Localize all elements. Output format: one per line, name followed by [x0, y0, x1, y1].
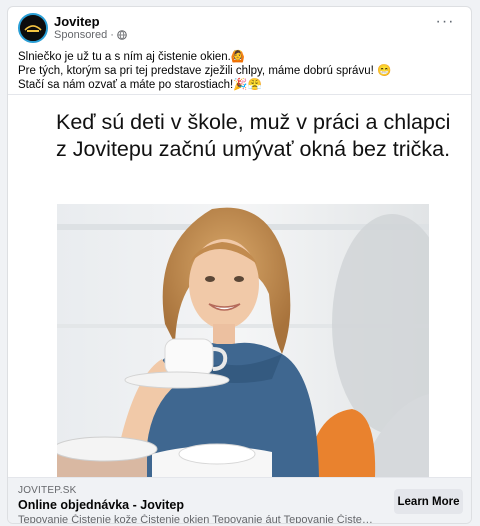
link-domain: JOVITEP.SK [18, 485, 77, 496]
ad-creative[interactable]: Keď sú deti v škole, muž v práci a chlap… [8, 95, 471, 478]
post-header: Jovitep Sponsored · ··· [8, 7, 471, 49]
sponsored-row: Sponsored · [54, 29, 127, 41]
page-name[interactable]: Jovitep [54, 14, 100, 29]
link-preview[interactable]: JOVITEP.SK Online objednávka - Jovitep T… [8, 478, 471, 524]
page-avatar[interactable] [18, 13, 48, 43]
post-text-line: Slniečko je už tu a s ním aj čistenie ok… [18, 51, 246, 63]
more-options-icon[interactable]: ··· [433, 14, 457, 35]
post-text-line: Stačí sa nám ozvať a máte po starostiach… [18, 79, 262, 91]
link-description: Tepovanie Čistenie kože Čistenie okien T… [18, 514, 378, 524]
woman-drinking-coffee-photo [57, 204, 429, 478]
photo-illustration [57, 204, 429, 478]
sponsored-post-card: Jovitep Sponsored · ··· Slniečko je už t… [7, 6, 472, 524]
post-text: Slniečko je už tu a s ním aj čistenie ok… [18, 50, 463, 92]
learn-more-button[interactable]: Learn More [394, 489, 463, 514]
globe-icon [117, 30, 127, 40]
link-title[interactable]: Online objednávka - Jovitep [18, 498, 184, 512]
post-text-line: Pre tých, ktorým sa pri tej predstave zj… [18, 65, 392, 77]
sponsored-label[interactable]: Sponsored · [54, 29, 114, 41]
jovitep-logo-icon [20, 15, 46, 41]
creative-headline: Keď sú deti v škole, muž v práci a chlap… [56, 110, 451, 161]
